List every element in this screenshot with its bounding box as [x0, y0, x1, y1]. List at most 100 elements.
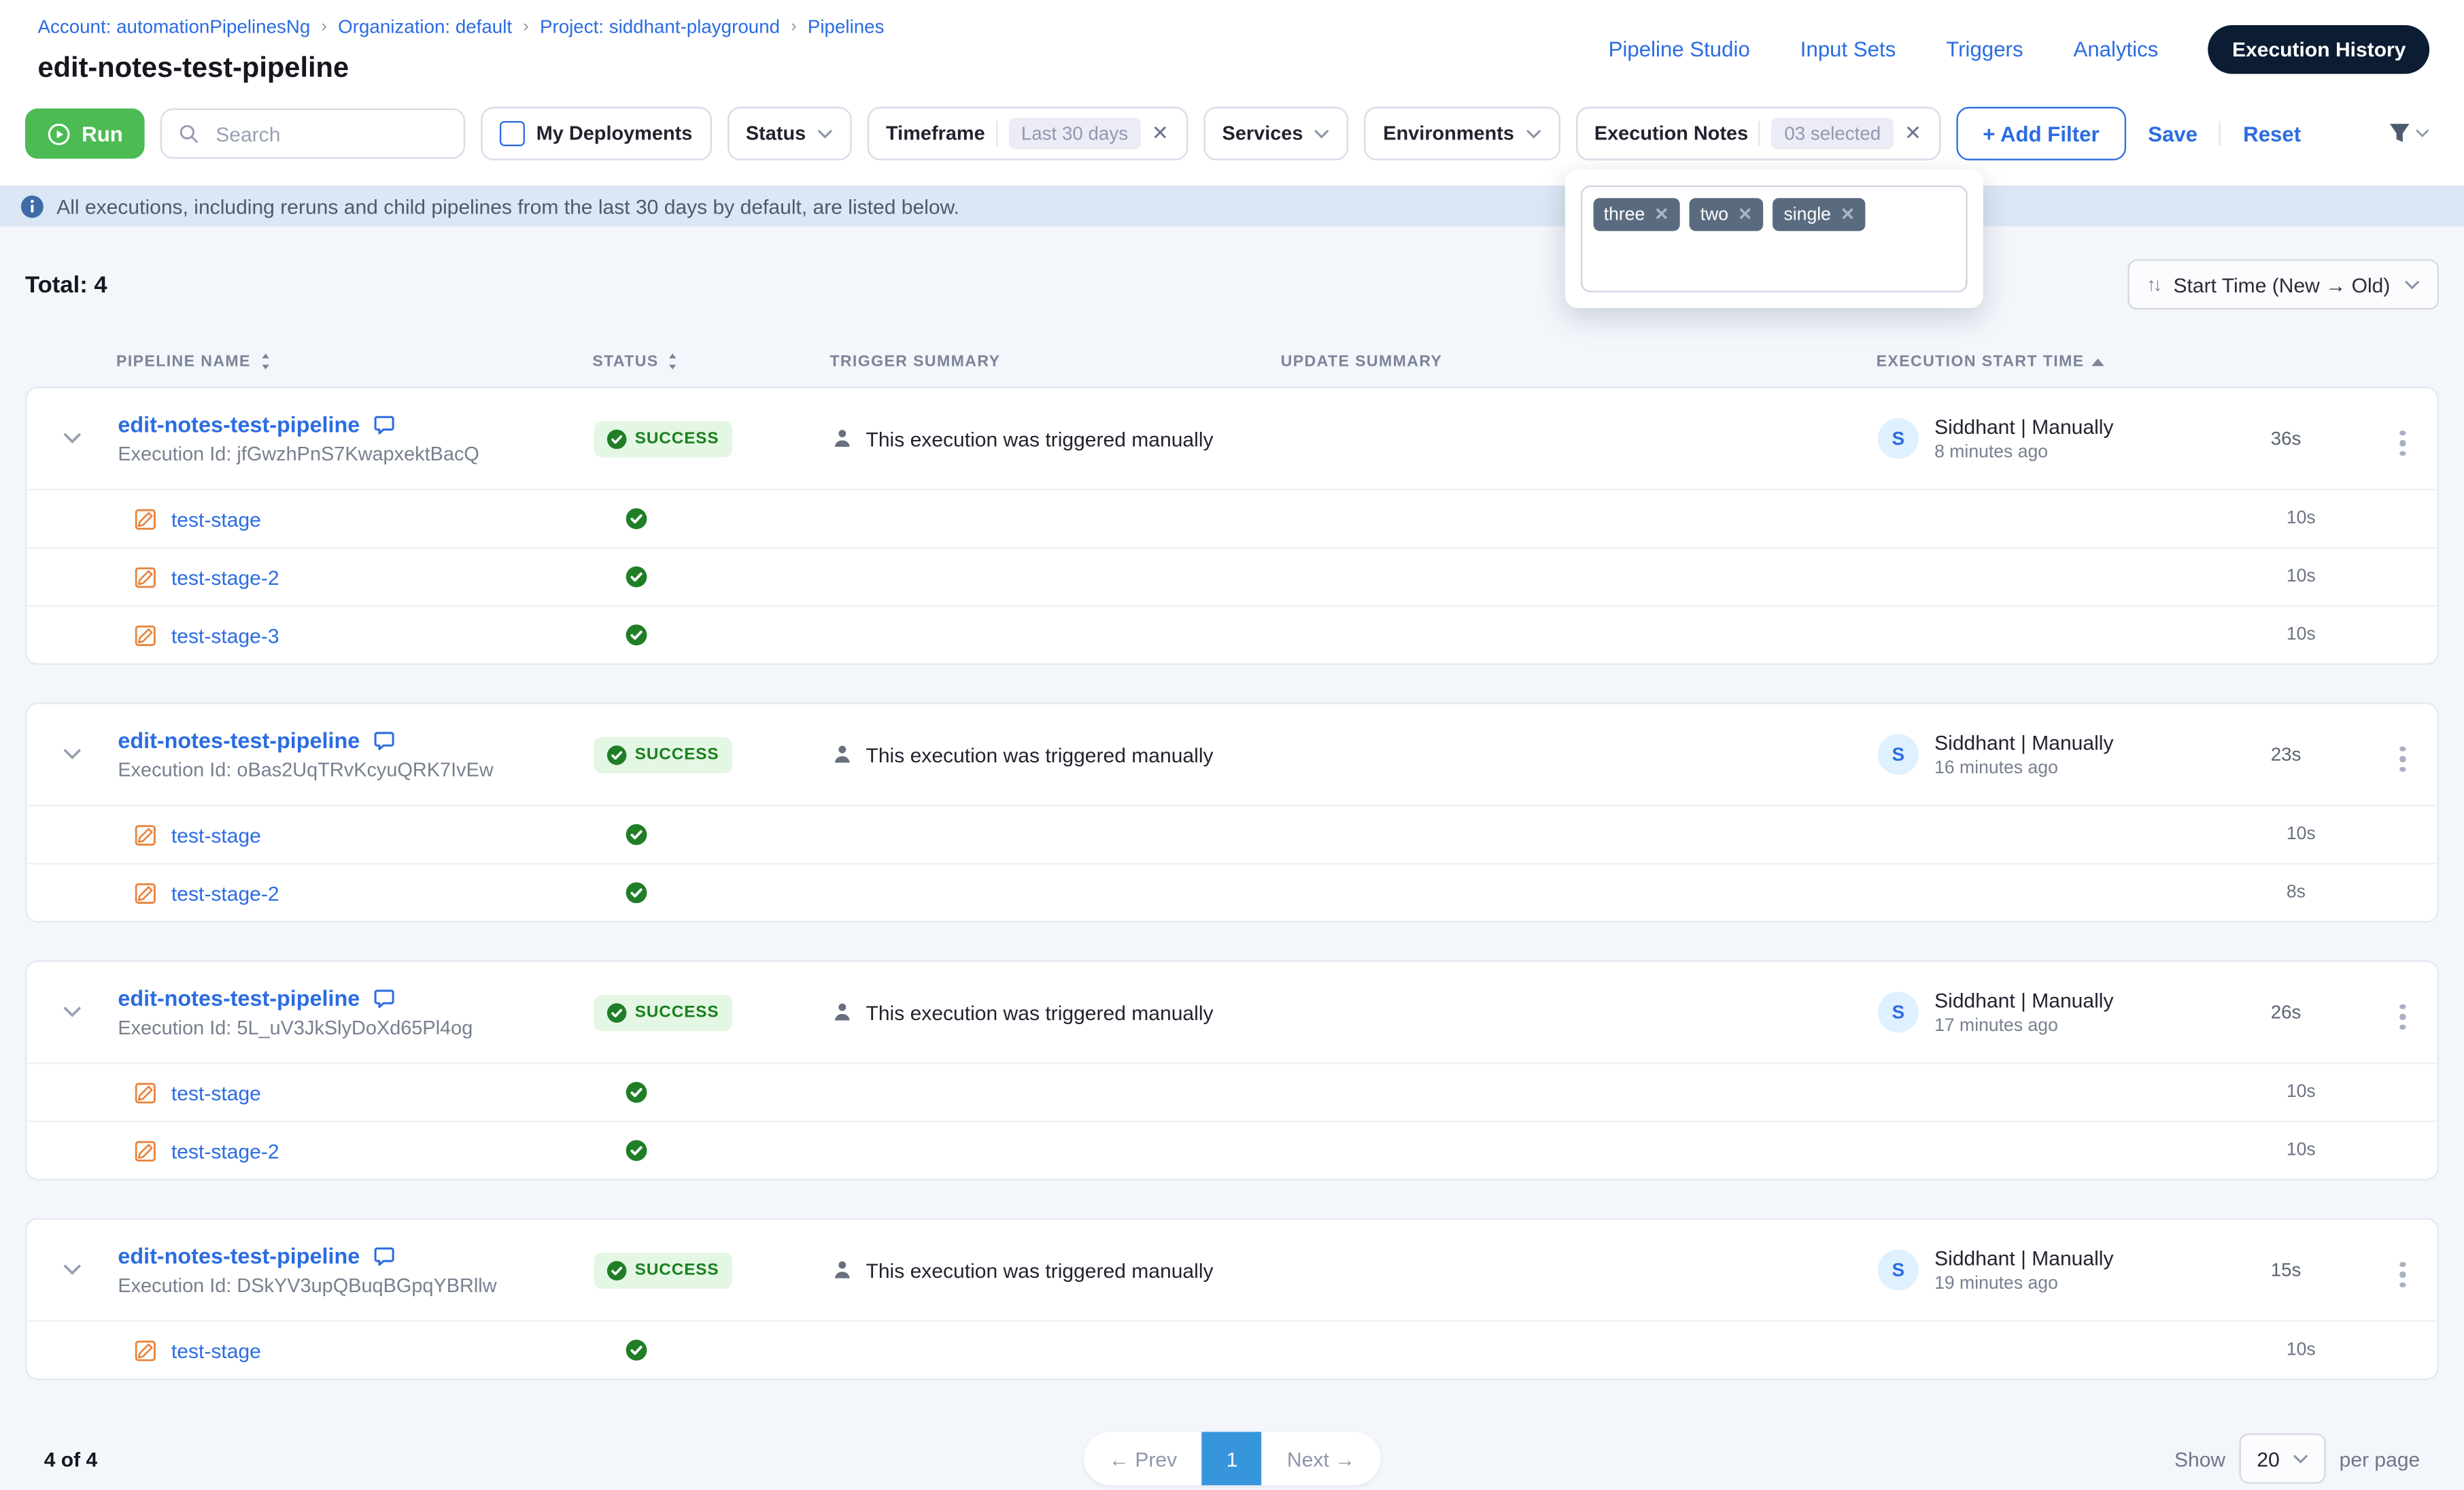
stage-name-link[interactable]: test-stage-2 — [171, 1138, 279, 1162]
pipeline-name-link[interactable]: edit-notes-test-pipeline — [118, 412, 360, 437]
note-tag: three ✕ — [1593, 198, 1680, 231]
stage-row[interactable]: test-stage-2 8s — [27, 863, 2437, 921]
more-options-button[interactable] — [2393, 739, 2412, 778]
remove-tag-icon[interactable]: ✕ — [1841, 204, 1855, 224]
sort-updown-icon[interactable] — [666, 352, 679, 371]
more-options-button[interactable] — [2393, 997, 2412, 1036]
avatar[interactable]: S — [1878, 734, 1919, 775]
search-input[interactable] — [213, 120, 408, 147]
pipeline-name-link[interactable]: edit-notes-test-pipeline — [118, 1243, 360, 1268]
breadcrumb-pipelines[interactable]: Pipelines — [808, 16, 885, 37]
stage-duration: 10s — [2271, 509, 2393, 528]
execution-row[interactable]: edit-notes-test-pipeline Execution Id: 5… — [27, 962, 2437, 1062]
execution-row[interactable]: edit-notes-test-pipeline Execution Id: D… — [27, 1220, 2437, 1321]
execution-row[interactable]: edit-notes-test-pipeline Execution Id: o… — [27, 704, 2437, 805]
triggered-by: Siddhant | Manually — [1934, 415, 2113, 439]
prev-page-button[interactable]: ← Prev — [1084, 1432, 1202, 1486]
more-options-button[interactable] — [2393, 1255, 2412, 1294]
pagination-bar: 4 of 4 ← Prev 1 Next → Show 20 per page — [25, 1427, 2439, 1490]
collapse-chevron-icon[interactable] — [63, 433, 82, 445]
stage-success-icon — [626, 824, 647, 845]
stage-name-link[interactable]: test-stage-3 — [171, 623, 279, 647]
timeframe-filter[interactable]: Timeframe Last 30 days ✕ — [867, 107, 1187, 160]
collapse-chevron-icon[interactable] — [63, 748, 82, 760]
stage-row[interactable]: test-stage 10s — [27, 1062, 2437, 1121]
add-filter-button[interactable]: + Add Filter — [1956, 107, 2126, 160]
next-page-button[interactable]: Next → — [1262, 1432, 1380, 1486]
execution-id: Execution Id: 5L_uV3JkSlyDoXd65Pl4og — [118, 1017, 594, 1038]
success-check-icon — [606, 1259, 627, 1280]
sort-updown-icon[interactable] — [258, 352, 271, 371]
services-filter[interactable]: Services — [1203, 107, 1349, 160]
avatar[interactable]: S — [1878, 418, 1919, 459]
my-deployments-checkbox[interactable] — [500, 121, 526, 146]
stage-name-link[interactable]: test-stage-2 — [171, 881, 279, 904]
timeframe-clear-icon[interactable]: ✕ — [1152, 121, 1169, 146]
info-icon — [20, 194, 44, 218]
my-deployments-filter[interactable]: My Deployments — [481, 107, 711, 160]
reset-filter-button[interactable]: Reset — [2237, 122, 2307, 146]
column-execution-start-time[interactable]: EXECUTION START TIME — [1877, 353, 2270, 370]
triggered-by: Siddhant | Manually — [1934, 989, 2113, 1013]
save-filter-button[interactable]: Save — [2142, 122, 2204, 146]
remove-tag-icon[interactable]: ✕ — [1738, 204, 1752, 224]
tab-analytics[interactable]: Analytics — [2074, 37, 2159, 61]
tab-pipeline-studio[interactable]: Pipeline Studio — [1609, 37, 1750, 61]
notes-comment-icon[interactable] — [373, 728, 396, 752]
stage-name-link[interactable]: test-stage — [171, 1338, 261, 1362]
execution-row[interactable]: edit-notes-test-pipeline Execution Id: j… — [27, 388, 2437, 489]
page-1-button[interactable]: 1 — [1202, 1432, 1262, 1486]
page-size-select[interactable]: 20 — [2240, 1434, 2325, 1484]
execution-duration: 26s — [2271, 1001, 2393, 1023]
pipeline-name-link[interactable]: edit-notes-test-pipeline — [118, 985, 360, 1011]
execution-notes-filter[interactable]: Execution Notes 03 selected ✕ — [1575, 107, 1940, 160]
tab-execution-history[interactable]: Execution History — [2208, 25, 2429, 74]
stage-duration: 10s — [2271, 1141, 2393, 1160]
stage-name-link[interactable]: test-stage — [171, 507, 261, 530]
stage-duration: 10s — [2271, 626, 2393, 645]
more-options-button[interactable] — [2393, 424, 2412, 462]
status-filter[interactable]: Status — [727, 107, 851, 160]
stage-row[interactable]: test-stage-2 10s — [27, 547, 2437, 605]
remove-tag-icon[interactable]: ✕ — [1654, 204, 1669, 224]
filter-panel-button[interactable] — [2387, 121, 2429, 146]
pipeline-name-link[interactable]: edit-notes-test-pipeline — [118, 728, 360, 753]
stage-name-link[interactable]: test-stage — [171, 823, 261, 847]
stage-row[interactable]: test-stage-3 10s — [27, 605, 2437, 664]
stage-row[interactable]: test-stage-2 10s — [27, 1121, 2437, 1179]
trigger-summary: This execution was triggered manually — [866, 743, 1213, 766]
breadcrumb-project[interactable]: Project: siddhant-playground — [540, 16, 780, 37]
edit-stage-icon — [133, 565, 157, 589]
breadcrumb-organization[interactable]: Organization: default — [338, 16, 512, 37]
tab-triggers[interactable]: Triggers — [1946, 37, 2023, 61]
chevron-down-icon — [1314, 128, 1330, 139]
notes-comment-icon[interactable] — [373, 986, 396, 1010]
search-icon — [178, 122, 200, 144]
column-status[interactable]: STATUS — [592, 352, 829, 371]
stage-name-link[interactable]: test-stage — [171, 1081, 261, 1104]
stage-row[interactable]: test-stage 10s — [27, 489, 2437, 547]
breadcrumb-account[interactable]: Account: automationPipelinesNg — [37, 16, 310, 37]
triggered-by: Siddhant | Manually — [1934, 1247, 2113, 1270]
avatar[interactable]: S — [1878, 992, 1919, 1032]
stage-name-link[interactable]: test-stage-2 — [171, 565, 279, 589]
stage-row[interactable]: test-stage 10s — [27, 1320, 2437, 1378]
edit-stage-icon — [133, 1081, 157, 1104]
notes-comment-icon[interactable] — [373, 1244, 396, 1268]
sort-dropdown[interactable]: ↑↓ Start Time (New → Old) — [2127, 259, 2439, 309]
sort-asc-icon[interactable] — [2092, 358, 2104, 366]
environments-filter[interactable]: Environments — [1365, 107, 1560, 160]
stage-row[interactable]: test-stage 10s — [27, 805, 2437, 863]
avatar[interactable]: S — [1878, 1249, 1919, 1290]
edit-stage-icon — [133, 881, 157, 904]
column-pipeline-name[interactable]: PIPELINE NAME — [116, 352, 592, 371]
tab-input-sets[interactable]: Input Sets — [1800, 37, 1896, 61]
execution-card: edit-notes-test-pipeline Execution Id: o… — [25, 702, 2439, 923]
sort-arrows-icon: ↑↓ — [2146, 273, 2159, 295]
collapse-chevron-icon[interactable] — [63, 1006, 82, 1018]
execution-notes-clear-icon[interactable]: ✕ — [1904, 121, 1921, 146]
run-button[interactable]: Run — [25, 108, 145, 158]
notes-comment-icon[interactable] — [373, 413, 396, 437]
collapse-chevron-icon[interactable] — [63, 1264, 82, 1276]
execution-notes-tag-input[interactable]: three ✕ two ✕ single ✕ — [1580, 186, 1967, 292]
